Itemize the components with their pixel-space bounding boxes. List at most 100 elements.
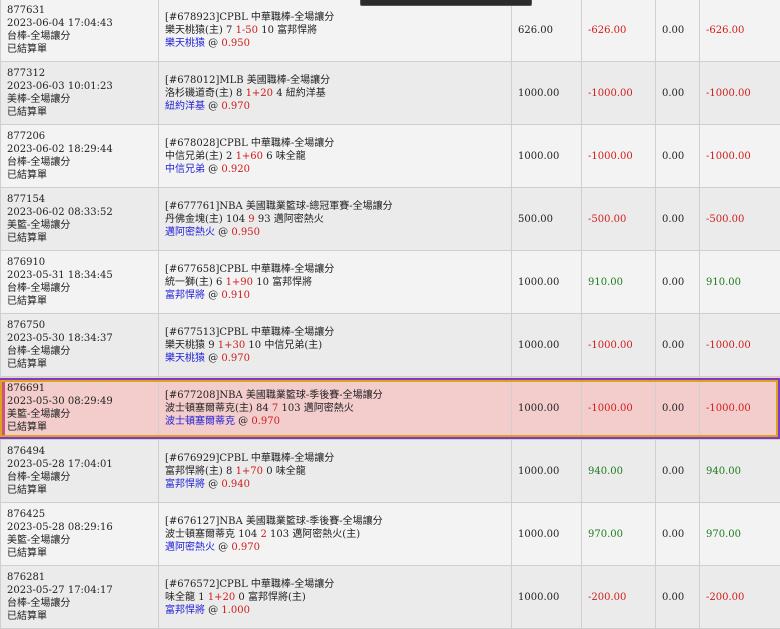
net: 910.00 bbox=[706, 277, 741, 288]
net: -500.00 bbox=[706, 214, 744, 225]
home-score: 104 bbox=[238, 529, 257, 540]
table-row[interactable]: 8771542023-06-02 08:33:52美籃-全場讓分已結算單[#67… bbox=[1, 188, 780, 251]
table-row[interactable]: 8764252023-05-28 08:29:16美籃-全場讓分已結算單[#67… bbox=[1, 503, 780, 566]
handicap: 1+20 bbox=[208, 592, 235, 603]
result-cell: -1000.00 bbox=[582, 62, 656, 125]
commission: 0.00 bbox=[662, 277, 684, 288]
table-row[interactable]: 8772062023-06-02 18:29:44台棒-全場讓分已結算單[#67… bbox=[1, 125, 780, 188]
bet-category: 美棒-全場讓分 bbox=[7, 93, 158, 106]
net: -200.00 bbox=[706, 592, 744, 603]
league-name: NBA 美國職業籃球-季後賽-全場讓分 bbox=[219, 516, 382, 527]
bet-id: 876425 bbox=[7, 508, 158, 521]
match-info-cell: [#678028]CPBL 中華職棒-全場讓分中信兄弟(主) 2 1+60 6 … bbox=[159, 125, 512, 188]
net-cell: -1000.00 bbox=[700, 125, 780, 188]
commission-cell: 0.00 bbox=[656, 62, 700, 125]
home-score: 6 bbox=[216, 277, 222, 288]
commission: 0.00 bbox=[662, 25, 684, 36]
odds: 0.970 bbox=[221, 101, 250, 112]
table-row[interactable]: 8776312023-06-04 17:04:43台棒-全場讓分已結算單[#67… bbox=[1, 0, 780, 62]
bet-category: 台棒-全場讓分 bbox=[7, 345, 158, 358]
bet-id: 877312 bbox=[7, 67, 158, 80]
table-row[interactable]: 8767502023-05-30 18:34:37台棒-全場讓分已結算單[#67… bbox=[1, 314, 780, 377]
handicap: 9 bbox=[248, 214, 254, 225]
net-cell: 940.00 bbox=[700, 440, 780, 503]
bet-meta-cell: 8764942023-05-28 17:04:01台棒-全場讓分已結算單 bbox=[1, 440, 159, 503]
commission-cell: 0.00 bbox=[656, 440, 700, 503]
table-row[interactable]: 8773122023-06-03 10:01:23美棒-全場讓分已結算單[#67… bbox=[1, 62, 780, 125]
home-team: 樂天桃猿(主) bbox=[165, 25, 223, 36]
match-id: [#676929] bbox=[165, 453, 219, 464]
result: -200.00 bbox=[588, 592, 626, 603]
away-team: 中信兄弟(主) bbox=[264, 340, 322, 351]
stake: 1000.00 bbox=[518, 403, 559, 414]
odds: 0.970 bbox=[231, 542, 260, 553]
stake-cell: 1000.00 bbox=[512, 566, 582, 629]
result: 970.00 bbox=[588, 529, 623, 540]
result-cell: 910.00 bbox=[582, 251, 656, 314]
bet-status: 已結算單 bbox=[7, 484, 158, 497]
odds: 0.950 bbox=[221, 38, 250, 49]
commission: 0.00 bbox=[662, 151, 684, 162]
table-row[interactable]: 8766912023-05-30 08:29:49美籃-全場讓分已結算單[#67… bbox=[1, 377, 780, 440]
bet-category: 美籃-全場讓分 bbox=[7, 534, 158, 547]
odds: 0.920 bbox=[221, 164, 250, 175]
match-info-cell: [#677208]NBA 美國職業籃球-季後賽-全場讓分波士頓塞爾蒂克(主) 8… bbox=[159, 377, 512, 440]
table-row[interactable]: 8762812023-05-27 17:04:17台棒-全場讓分已結算單[#67… bbox=[1, 566, 780, 629]
home-score: 8 bbox=[226, 466, 232, 477]
stake: 500.00 bbox=[518, 214, 553, 225]
match-id: [#677208] bbox=[165, 390, 219, 401]
result: 910.00 bbox=[588, 277, 623, 288]
table-row[interactable]: 8769102023-05-31 18:34:45台棒-全場讓分已結算單[#67… bbox=[1, 251, 780, 314]
league-name: NBA 美國職業籃球-總冠軍賽-全場讓分 bbox=[219, 201, 392, 212]
bet-time: 2023-05-28 17:04:01 bbox=[7, 458, 158, 471]
commission-cell: 0.00 bbox=[656, 125, 700, 188]
away-score: 10 bbox=[256, 277, 269, 288]
league-name: CPBL 中華職棒-全場讓分 bbox=[219, 138, 334, 149]
table-row[interactable]: 8764942023-05-28 17:04:01台棒-全場讓分已結算單 [#67… bbox=[1, 440, 780, 503]
bet-id: 877206 bbox=[7, 130, 158, 143]
bet-status: 已結算單 bbox=[7, 169, 158, 182]
odds: 0.940 bbox=[221, 479, 250, 490]
result: -1000.00 bbox=[588, 340, 633, 351]
bet-category: 美籃-全場讓分 bbox=[7, 219, 158, 232]
away-score: 10 bbox=[261, 25, 274, 36]
bet-status: 已結算單 bbox=[7, 358, 158, 371]
bet-id: 876691 bbox=[7, 382, 158, 395]
net-cell: -1000.00 bbox=[700, 314, 780, 377]
match-info-cell: [#676127]NBA 美國職業籃球-季後賽-全場讓分波士頓塞爾蒂克 104 … bbox=[159, 503, 512, 566]
bet-time: 2023-05-31 18:34:45 bbox=[7, 269, 158, 282]
result: -626.00 bbox=[588, 25, 626, 36]
away-team: 味全龍 bbox=[276, 151, 306, 162]
bet-time: 2023-06-04 17:04:43 bbox=[7, 17, 158, 30]
home-team: 富邦悍將(主) bbox=[165, 466, 223, 477]
away-score: 0 bbox=[238, 592, 244, 603]
home-team: 統一獅(主) bbox=[165, 277, 213, 288]
bet-time: 2023-06-03 10:01:23 bbox=[7, 80, 158, 93]
result-cell: 940.00 bbox=[582, 440, 656, 503]
result-cell: 970.00 bbox=[582, 503, 656, 566]
home-team: 中信兄弟(主) bbox=[165, 151, 223, 162]
stake: 1000.00 bbox=[518, 529, 559, 540]
away-score: 10 bbox=[248, 340, 261, 351]
commission-cell: 0.00 bbox=[656, 188, 700, 251]
bet-category: 台棒-全場讓分 bbox=[7, 597, 158, 610]
bet-time: 2023-06-02 18:29:44 bbox=[7, 143, 158, 156]
home-team: 味全龍 bbox=[165, 592, 195, 603]
net: -626.00 bbox=[706, 25, 744, 36]
league-name: NBA 美國職業籃球-季後賽-全場讓分 bbox=[219, 390, 382, 401]
bet-status: 已結算單 bbox=[7, 106, 158, 119]
away-team: 邁阿密熱火(主) bbox=[292, 529, 360, 540]
result-cell: -1000.00 bbox=[582, 377, 656, 440]
away-score: 93 bbox=[258, 214, 271, 225]
commission: 0.00 bbox=[662, 466, 684, 477]
home-score: 1 bbox=[198, 592, 204, 603]
league-name: CPBL 中華職棒-全場讓分 bbox=[219, 579, 334, 590]
bet-meta-cell: 8776312023-06-04 17:04:43台棒-全場讓分已結算單 bbox=[1, 0, 159, 62]
bet-meta-cell: 8769102023-05-31 18:34:45台棒-全場讓分已結算單 bbox=[1, 251, 159, 314]
pick-team: 樂天桃猿 bbox=[165, 38, 205, 49]
commission: 0.00 bbox=[662, 88, 684, 99]
stake-cell: 1000.00 bbox=[512, 314, 582, 377]
handicap: 1+30 bbox=[218, 340, 245, 351]
away-team: 紐約洋基 bbox=[286, 88, 326, 99]
net-cell: -626.00 bbox=[700, 0, 780, 62]
